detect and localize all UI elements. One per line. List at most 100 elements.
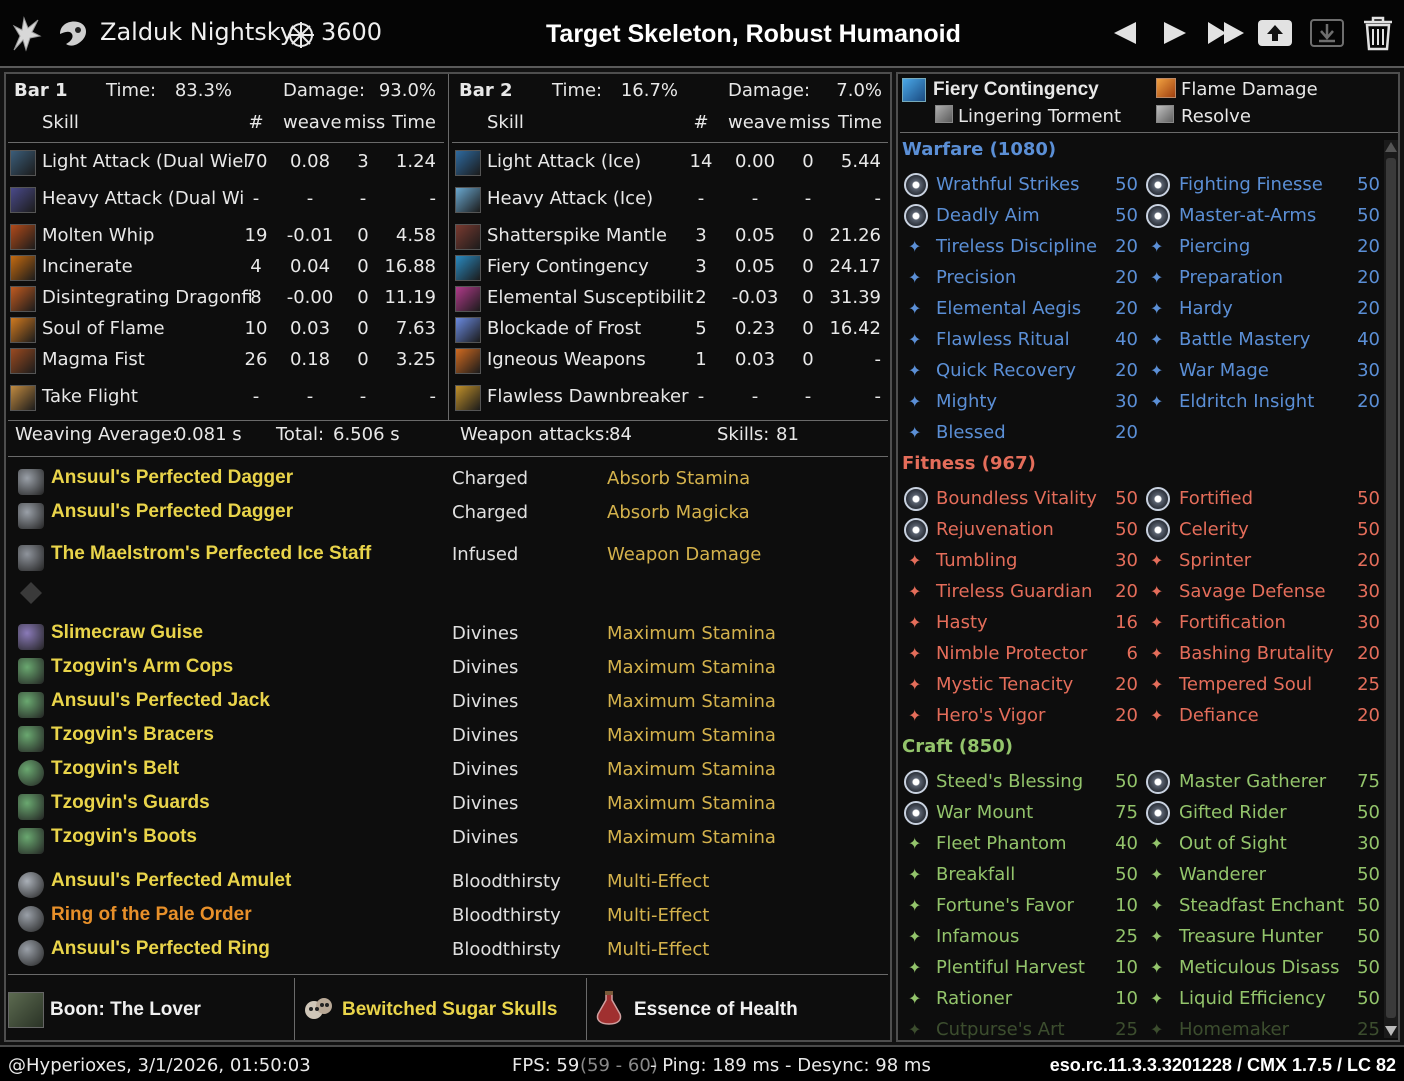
cp-star-name[interactable]: Hardy <box>1179 298 1233 319</box>
footer-bar: @Hyperioxes, 3/1/2026, 01:50:03 FPS: 59 … <box>0 1045 1404 1081</box>
slottable-star-icon[interactable] <box>904 487 928 511</box>
skill-time: 21.26 <box>829 225 881 246</box>
gear-enchant: Maximum Stamina <box>607 793 776 814</box>
cp-star-name[interactable]: Defiance <box>1179 705 1259 726</box>
cp-star-name[interactable]: Fighting Finesse <box>1179 174 1323 195</box>
skill-count: 70 <box>244 151 268 172</box>
slottable-star-icon[interactable] <box>1146 204 1170 228</box>
cp-star-name[interactable]: Hero's Vigor <box>936 705 1045 726</box>
cp-star-name[interactable]: Elemental Aegis <box>936 298 1081 319</box>
cp-star-name[interactable]: Wrathful Strikes <box>936 174 1079 195</box>
slottable-star-icon[interactable] <box>904 204 928 228</box>
slottable-star-icon[interactable] <box>1146 801 1170 825</box>
skill-icon <box>10 317 36 343</box>
gear-trait: Charged <box>452 468 529 489</box>
skill-name: Elemental Susceptibilit <box>487 287 694 308</box>
cp-star-name[interactable]: Liquid Efficiency <box>1179 988 1326 1009</box>
cp-star-name[interactable]: Mighty <box>936 391 997 412</box>
trash-icon[interactable] <box>1360 14 1396 52</box>
cp-star-name[interactable]: Steed's Blessing <box>936 771 1083 792</box>
cp-star-name[interactable]: Deadly Aim <box>936 205 1040 226</box>
slottable-star-icon[interactable] <box>1146 487 1170 511</box>
skill-icon <box>10 224 36 250</box>
cp-star-name[interactable]: Mystic Tenacity <box>936 674 1073 695</box>
slottable-star-icon[interactable] <box>1146 173 1170 197</box>
cp-star-name[interactable]: Nimble Protector <box>936 643 1087 664</box>
chest-icon <box>18 692 44 718</box>
passive-star-icon: ✦ <box>908 582 922 601</box>
cp-star-name[interactable]: Tempered Soul <box>1179 674 1312 695</box>
cp-star-name[interactable]: Breakfall <box>936 864 1015 885</box>
cp-star-name[interactable]: Bashing Brutality <box>1179 643 1334 664</box>
skill-miss: - <box>359 188 367 209</box>
cp-star-name[interactable]: Blessed <box>936 422 1006 443</box>
cp-star-name[interactable]: Tireless Discipline <box>936 236 1097 257</box>
cp-star-name[interactable]: Preparation <box>1179 267 1283 288</box>
cp-star-name[interactable]: Celerity <box>1179 519 1249 540</box>
cp-star-points: 75 <box>1357 771 1380 792</box>
skill-name: Light Attack (Dual Wiel <box>42 151 249 172</box>
fast-forward-icon[interactable] <box>1206 16 1246 50</box>
cp-star-name[interactable]: Precision <box>936 267 1016 288</box>
cp-star-name[interactable]: Sprinter <box>1179 550 1251 571</box>
cp-star-name[interactable]: Tireless Guardian <box>936 581 1092 602</box>
skill-name: Shatterspike Mantle <box>487 225 667 246</box>
slottable-star-icon[interactable] <box>1146 518 1170 542</box>
cp-star-name[interactable]: War Mage <box>1179 360 1269 381</box>
cp-star-name[interactable]: Cutpurse's Art <box>936 1019 1065 1040</box>
cp-star-name[interactable]: Savage Defense <box>1179 581 1326 602</box>
skill-count: - <box>697 188 705 209</box>
skill-icon <box>10 150 36 176</box>
upload-icon[interactable] <box>1256 16 1294 50</box>
cp-star-name[interactable]: Fortification <box>1179 612 1286 633</box>
gear-trait: Divines <box>452 725 519 746</box>
gear-enchant: Multi-Effect <box>607 905 710 926</box>
slottable-star-icon[interactable] <box>1146 770 1170 794</box>
cp-scrollbar[interactable] <box>1384 140 1398 1038</box>
cp-star-name[interactable]: Fortune's Favor <box>936 895 1074 916</box>
next-icon[interactable] <box>1158 16 1192 50</box>
cp-star-name[interactable]: Gifted Rider <box>1179 802 1287 823</box>
skill-icon <box>455 317 481 343</box>
cp-star-name[interactable]: Tumbling <box>936 550 1017 571</box>
legs-icon <box>18 794 44 820</box>
scrollbar-thumb[interactable] <box>1386 158 1396 1018</box>
cp-star-name[interactable]: Out of Sight <box>1179 833 1287 854</box>
cp-star-name[interactable]: Flawless Ritual <box>936 329 1070 350</box>
cp-star-points: 40 <box>1115 329 1138 350</box>
cp-star-name[interactable]: Meticulous Disass <box>1179 957 1340 978</box>
cp-star-name[interactable]: Eldritch Insight <box>1179 391 1314 412</box>
slottable-star-icon[interactable] <box>904 173 928 197</box>
ping-desync: - Ping: 189 ms - Desync: 98 ms <box>650 1055 931 1076</box>
cp-star-name[interactable]: War Mount <box>936 802 1033 823</box>
cp-star-name[interactable]: Piercing <box>1179 236 1250 257</box>
cp-star-name[interactable]: Quick Recovery <box>936 360 1076 381</box>
cp-star-name[interactable]: Hasty <box>936 612 988 633</box>
scroll-down-icon[interactable] <box>1384 1024 1398 1038</box>
slottable-star-icon[interactable] <box>904 770 928 794</box>
cp-star-name[interactable]: Infamous <box>936 926 1019 947</box>
cp-star-points: 50 <box>1357 957 1380 978</box>
cp-star-name[interactable]: Fortified <box>1179 488 1253 509</box>
slottable-star-icon[interactable] <box>904 518 928 542</box>
cp-star-name[interactable]: Master Gatherer <box>1179 771 1326 792</box>
scroll-up-icon[interactable] <box>1384 140 1398 154</box>
cp-star-name[interactable]: Master-at-Arms <box>1179 205 1316 226</box>
skill-time: 3.25 <box>395 349 436 370</box>
cp-star-name[interactable]: Rejuvenation <box>936 519 1054 540</box>
cp-star-name[interactable]: Wanderer <box>1179 864 1266 885</box>
cp-star-name[interactable]: Rationer <box>936 988 1012 1009</box>
cp-star-name[interactable]: Plentiful Harvest <box>936 957 1085 978</box>
cp-star-name[interactable]: Boundless Vitality <box>936 488 1097 509</box>
cp-star-name[interactable]: Battle Mastery <box>1179 329 1310 350</box>
cp-star-name[interactable]: Homemaker <box>1179 1019 1289 1040</box>
cp-star-name[interactable]: Steadfast Enchant <box>1179 895 1344 916</box>
cp-star-name[interactable]: Fleet Phantom <box>936 833 1067 854</box>
cp-star-points: 50 <box>1115 205 1138 226</box>
total-value: 6.506 s <box>333 424 400 445</box>
slottable-star-icon[interactable] <box>904 801 928 825</box>
prev-icon[interactable] <box>1108 16 1142 50</box>
skill-count: - <box>252 386 260 407</box>
download-icon[interactable] <box>1308 16 1346 50</box>
cp-star-name[interactable]: Treasure Hunter <box>1179 926 1323 947</box>
